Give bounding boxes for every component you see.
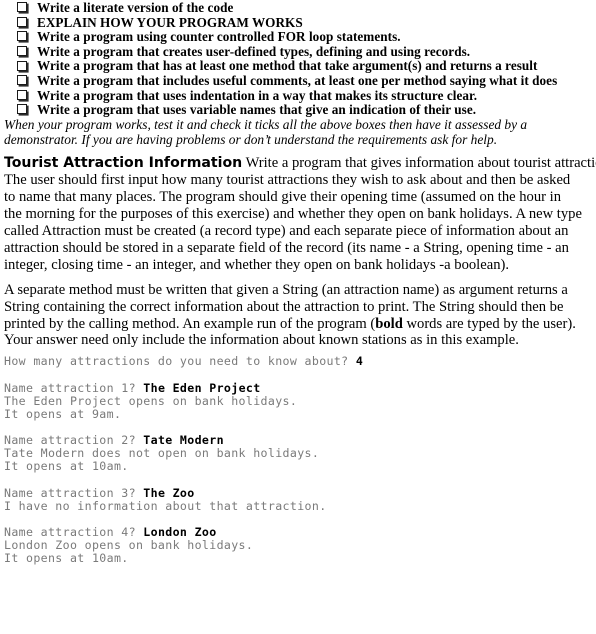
transcript-output-text: Tate Modern does not open on bank holida… bbox=[4, 446, 320, 461]
empty-checkbox-icon[interactable] bbox=[17, 89, 27, 100]
section-intro-line: attraction should be stored in a separat… bbox=[4, 239, 569, 256]
section-heading: Tourist Attraction Information bbox=[4, 155, 243, 172]
tourist-attraction-section: Tourist Attraction Information Write a p… bbox=[0, 155, 596, 273]
section-intro-line: called Attraction must be created (a rec… bbox=[4, 222, 569, 239]
section-intro-rest: The user should first input how many tou… bbox=[4, 172, 596, 273]
checklist-item-label: Write a program that uses indentation in… bbox=[37, 87, 478, 103]
worksheet-page: Write a literate version of the code EXPL… bbox=[0, 0, 596, 566]
checklist-item[interactable]: EXPLAIN HOW YOUR PROGRAM WORKS bbox=[0, 14, 596, 31]
checklist-item-label: EXPLAIN HOW YOUR PROGRAM WORKS bbox=[37, 14, 303, 30]
empty-checkbox-icon[interactable] bbox=[17, 104, 27, 115]
transcript-line: It opens at 9am. bbox=[4, 406, 596, 421]
method-line-4: Your answer need only include the inform… bbox=[4, 332, 519, 349]
transcript-user-input: The Eden Project bbox=[143, 380, 261, 395]
transcript-output-text: Name attraction 4? bbox=[4, 525, 144, 540]
transcript-user-input: London Zoo bbox=[143, 525, 217, 540]
transcript-output-text: Name attraction 2? bbox=[4, 433, 144, 448]
assessment-note: When your program works, test it and che… bbox=[0, 116, 596, 148]
checklist-item[interactable]: Write a program that creates user-define… bbox=[0, 43, 596, 60]
section-intro-line: the morning for the purposes of this exe… bbox=[4, 206, 582, 223]
checklist-item-label: Write a program that has at least one me… bbox=[37, 58, 538, 74]
section-intro-line: integer, closing time - an integer, and … bbox=[4, 256, 509, 273]
method-line-3-pre: printed by the calling method. An exampl… bbox=[4, 315, 376, 332]
transcript-output-text: I have no information about that attract… bbox=[4, 498, 327, 513]
section-intro-first: Write a program that gives information a… bbox=[242, 155, 596, 172]
example-run-transcript: How many attractions do you need to know… bbox=[0, 355, 596, 565]
method-line-1: A separate method must be written that g… bbox=[4, 281, 568, 298]
method-paragraph: A separate method must be written that g… bbox=[0, 282, 596, 350]
checklist-item[interactable]: Write a program that uses indentation in… bbox=[0, 87, 596, 104]
requirements-checklist: Write a literate version of the code EXPL… bbox=[0, 0, 596, 118]
checklist-item[interactable]: Write a program that includes useful com… bbox=[0, 72, 596, 89]
checklist-item[interactable]: Write a program that uses variable names… bbox=[0, 103, 596, 118]
checklist-item-label: Write a program using counter controlled… bbox=[37, 29, 401, 45]
empty-checkbox-icon[interactable] bbox=[17, 31, 27, 42]
section-intro-line: The user should first input how many tou… bbox=[4, 172, 571, 189]
transcript-line: It opens at 10am. bbox=[4, 460, 596, 473]
transcript-output-text: How many attractions do you need to know… bbox=[4, 354, 356, 369]
checklist-item-label: Write a program that includes useful com… bbox=[37, 72, 558, 88]
transcript-line: It opens at 10am. bbox=[4, 552, 596, 565]
checkbox-cell[interactable] bbox=[0, 1, 37, 16]
transcript-output-text: It opens at 10am. bbox=[4, 551, 129, 566]
checkbox-cell[interactable] bbox=[0, 89, 37, 104]
checkbox-cell[interactable] bbox=[0, 59, 37, 74]
transcript-line: How many attractions do you need to know… bbox=[4, 355, 596, 368]
transcript-line: I have no information about that attract… bbox=[4, 498, 596, 513]
transcript-output-text: It opens at 10am. bbox=[4, 459, 129, 474]
transcript-output-text: London Zoo opens on bank holidays. bbox=[4, 538, 254, 553]
method-line-2: String containing the correct informatio… bbox=[4, 298, 564, 315]
bold-keyword: bold bbox=[375, 315, 403, 332]
transcript-user-input: 4 bbox=[355, 354, 364, 369]
checklist-item-label: Write a literate version of the code bbox=[37, 0, 234, 15]
checkbox-cell[interactable] bbox=[0, 45, 37, 60]
checklist-item-label: Write a program that uses variable names… bbox=[37, 102, 477, 118]
transcript-output-text: The Eden Project opens on bank holidays. bbox=[4, 393, 298, 408]
checkbox-cell[interactable] bbox=[0, 103, 37, 118]
method-line-3: printed by the calling method. An exampl… bbox=[4, 316, 596, 333]
note-line: When your program works, test it and che… bbox=[4, 116, 528, 132]
note-line: demonstrator. If you are having problems… bbox=[4, 131, 498, 147]
checkbox-cell[interactable] bbox=[0, 16, 37, 31]
transcript-output-text: It opens at 9am. bbox=[4, 406, 122, 421]
transcript-output-text: Name attraction 1? bbox=[4, 380, 144, 395]
checklist-item-label: Write a program that creates user-define… bbox=[37, 43, 471, 59]
method-line-3-post: words are typed by the user). bbox=[402, 315, 576, 332]
checkbox-cell[interactable] bbox=[0, 74, 37, 89]
empty-checkbox-icon[interactable] bbox=[17, 60, 27, 71]
section-intro-line: to name that many places. The program sh… bbox=[4, 189, 561, 206]
section-heading-line: Tourist Attraction Information Write a p… bbox=[4, 155, 596, 172]
checkbox-cell[interactable] bbox=[0, 30, 37, 45]
transcript-user-input: The Zoo bbox=[143, 485, 195, 500]
empty-checkbox-icon[interactable] bbox=[17, 46, 27, 57]
transcript-output-text: Name attraction 3? bbox=[4, 485, 144, 500]
empty-checkbox-icon[interactable] bbox=[17, 2, 27, 13]
checklist-item[interactable]: Write a program that has at least one me… bbox=[0, 59, 596, 74]
checklist-item[interactable]: Write a literate version of the code bbox=[0, 0, 596, 16]
empty-checkbox-icon[interactable] bbox=[17, 16, 27, 27]
transcript-user-input: Tate Modern bbox=[143, 433, 224, 448]
checklist-item[interactable]: Write a program using counter controlled… bbox=[0, 30, 596, 45]
empty-checkbox-icon[interactable] bbox=[17, 75, 27, 86]
